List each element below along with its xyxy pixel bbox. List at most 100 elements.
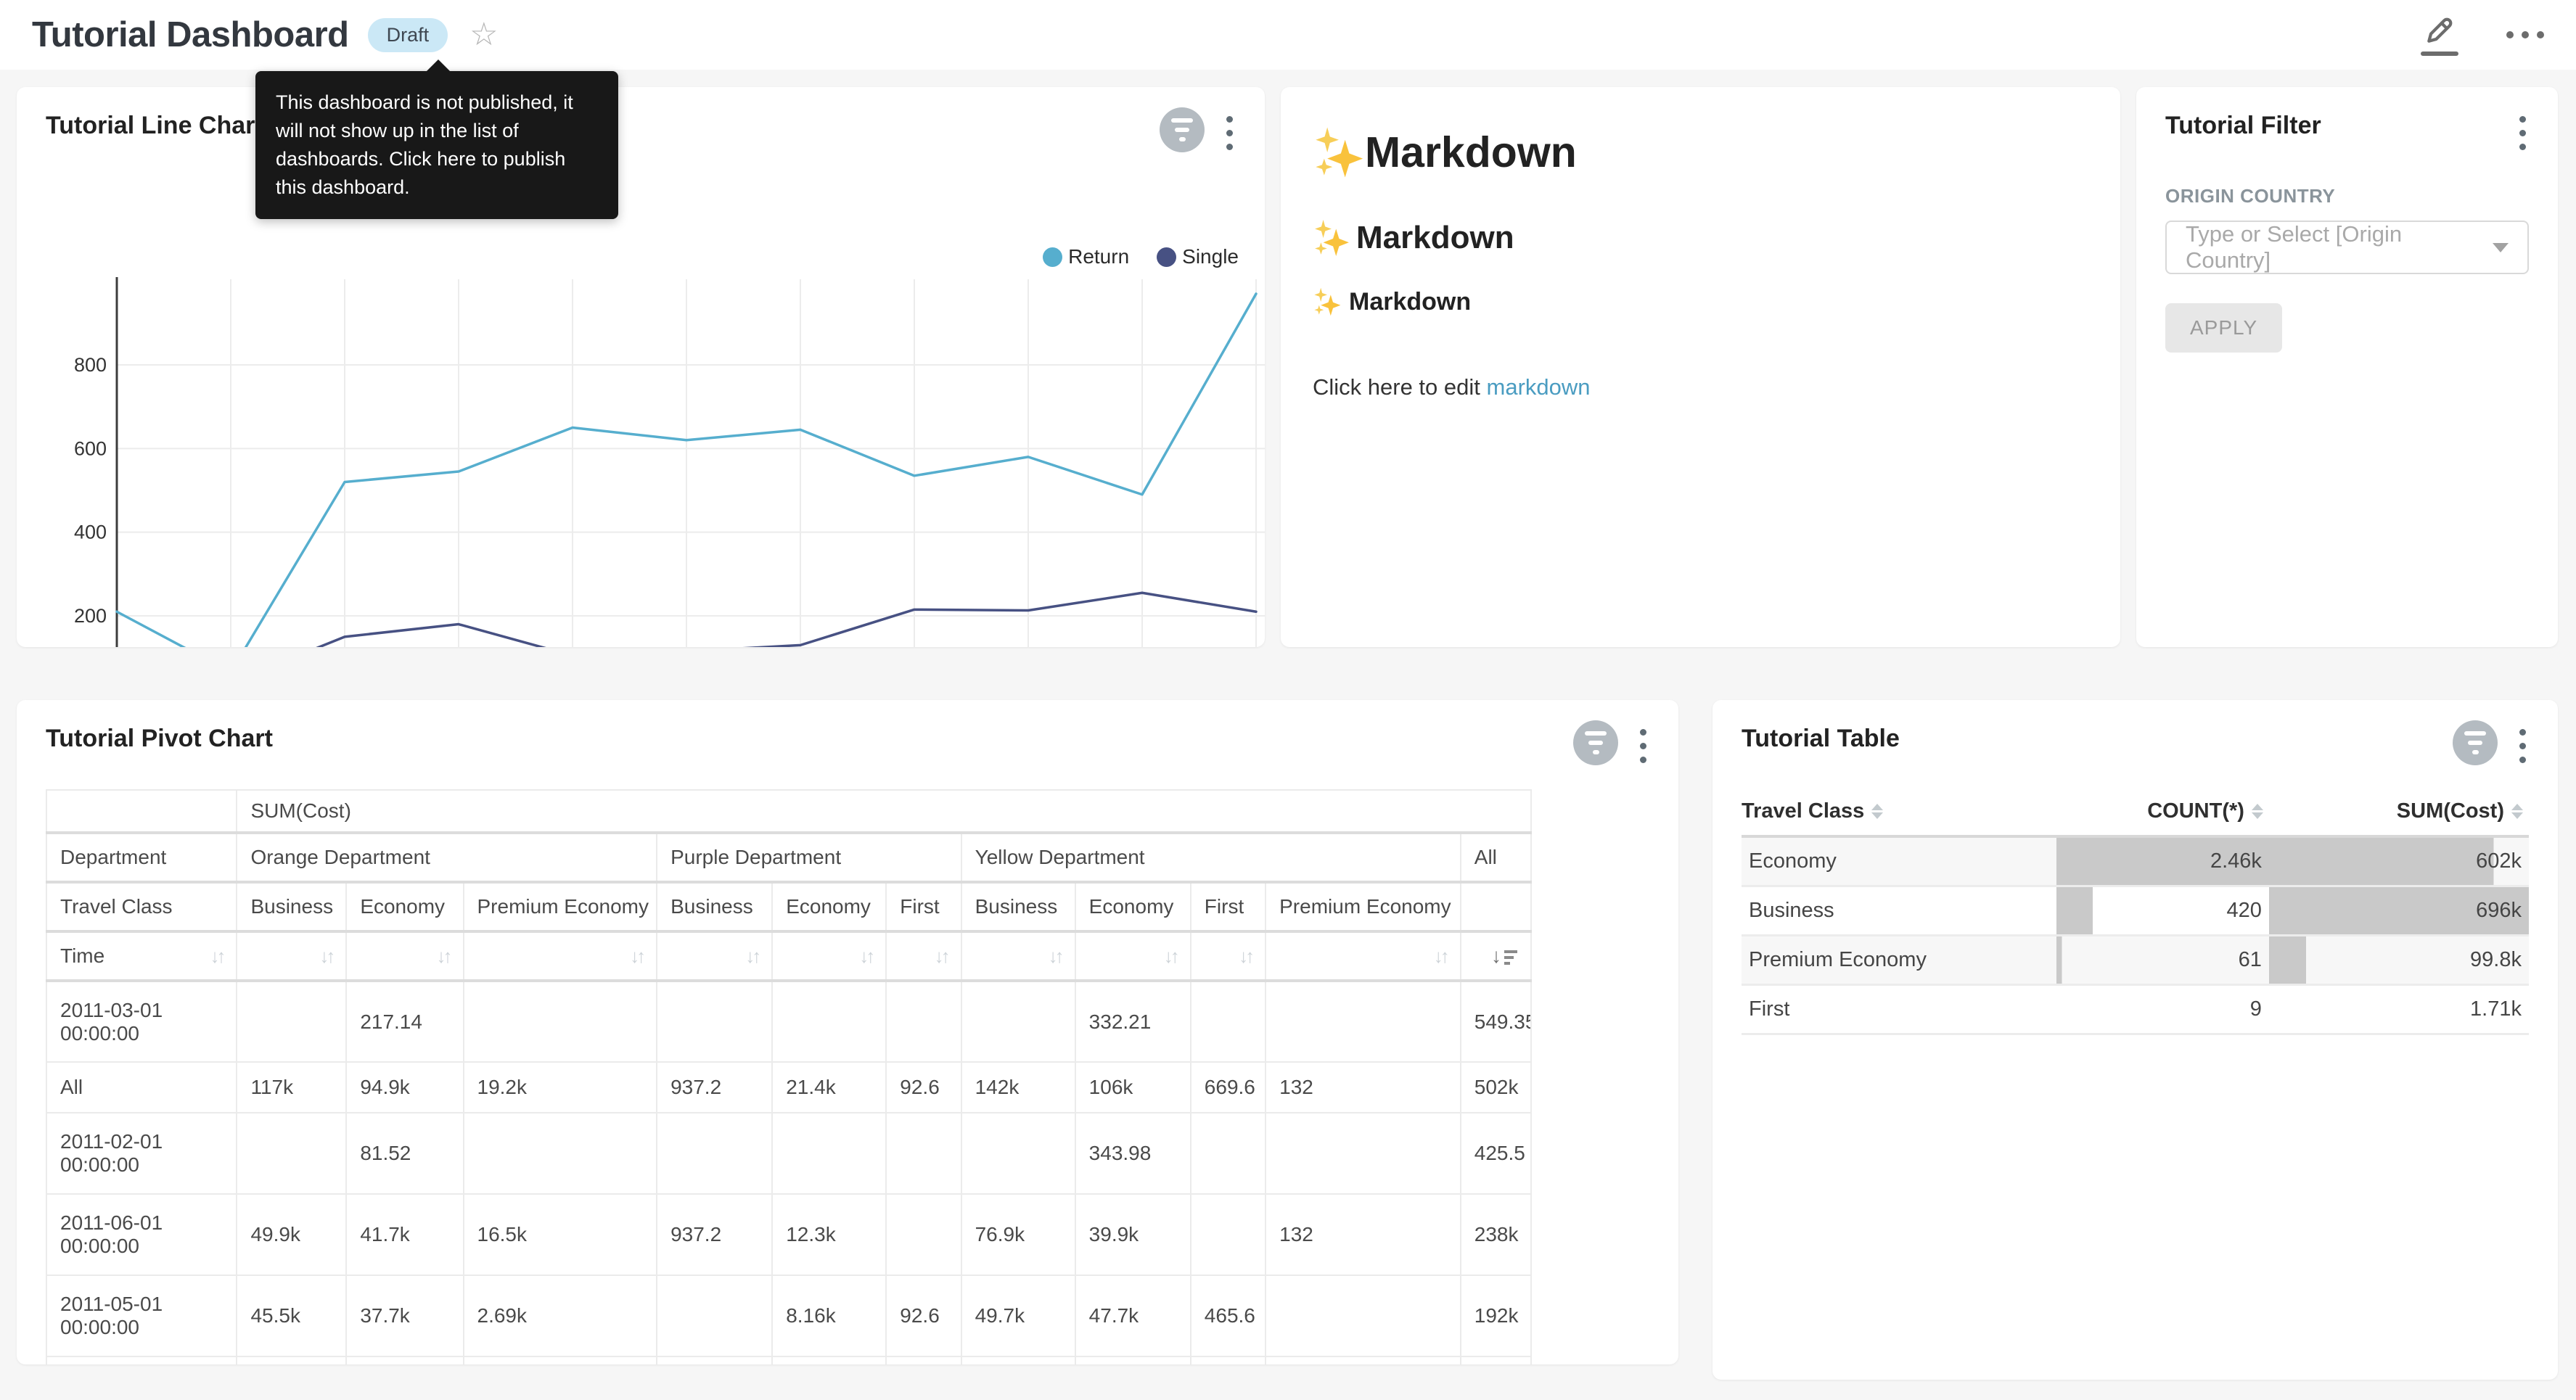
svg-text:200: 200 <box>74 605 107 627</box>
pivot-value-cell: 21.4k <box>772 1062 886 1113</box>
page-title: Tutorial Dashboard <box>32 15 349 55</box>
pivot-value-cell <box>657 1356 772 1364</box>
pivot-value-cell <box>657 1275 772 1356</box>
pivot-value-cell <box>657 981 772 1062</box>
apply-button[interactable]: APPLY <box>2165 303 2282 353</box>
pivot-value-cell: 204 <box>1191 1356 1266 1364</box>
pivot-value-cell <box>657 1113 772 1194</box>
pivot-row-label: 2011-04-01 00:00:00 <box>46 1356 237 1364</box>
pivot-row: 2011-05-01 00:00:0045.5k37.7k2.69k8.16k9… <box>46 1275 1531 1356</box>
pencil-icon <box>2424 15 2456 46</box>
pivot-value-cell <box>886 1194 961 1275</box>
pivot-value-cell: 92.6 <box>886 1062 961 1113</box>
pivot-value-cell <box>1191 1194 1266 1275</box>
pivot-value-cell: 2.69k <box>464 1275 657 1356</box>
pivot-value-cell: 937.2 <box>657 1194 772 1275</box>
svg-text:400: 400 <box>74 522 107 543</box>
value-cell-with-bar: 420 <box>2056 886 2269 936</box>
pivot-value-cell: 15.2k <box>346 1356 463 1364</box>
edit-dashboard-button[interactable] <box>2421 15 2458 56</box>
table-row[interactable]: Premium Economy6199.8k <box>1742 936 2529 985</box>
line-chart-plot[interactable]: 200400600800FebruaryMarchAprilMayJuneJul… <box>17 268 1265 647</box>
pivot-travel-class-header: Premium Economy <box>1266 882 1461 931</box>
pivot-value-cell: 217.14 <box>346 981 463 1062</box>
pivot-value-cell <box>886 1356 961 1364</box>
pivot-row: 2011-03-01 00:00:00217.14332.21549.35 <box>46 981 1531 1062</box>
markdown-edit-link[interactable]: markdown <box>1487 374 1591 400</box>
pivot-sorter-cell: ↓↑ <box>1266 931 1461 981</box>
filter-kebab-menu[interactable] <box>2516 112 2529 155</box>
pivot-value-cell: 70.9k <box>1461 1356 1531 1364</box>
pivot-table: SUM(Cost)DepartmentOrange DepartmentPurp… <box>46 789 1649 1364</box>
pivot-value-cell <box>961 1113 1075 1194</box>
sort-icon[interactable]: ↓↑ <box>1049 945 1062 968</box>
sort-icon[interactable]: ↓↑ <box>1434 945 1447 968</box>
pivot-sorter-cell: ↓↑ <box>886 931 961 981</box>
pivot-department-header: Orange Department <box>237 833 657 882</box>
sort-icon[interactable]: ↓↑ <box>319 945 332 968</box>
table-column-header[interactable]: COUNT(*) <box>2056 788 2269 836</box>
pivot-value-cell: 12.3k <box>772 1194 886 1275</box>
pivot-value-cell <box>464 1356 657 1364</box>
sort-icon[interactable]: ↓↑ <box>745 945 758 968</box>
publish-tooltip: This dashboard is not published, it will… <box>255 71 618 219</box>
pivot-value-cell <box>1191 1113 1266 1194</box>
pivot-sorter-cell: ↓↑ <box>1191 931 1266 981</box>
line-chart-kebab-menu[interactable] <box>1223 112 1236 155</box>
origin-country-select[interactable]: Type or Select [Origin Country] <box>2165 221 2529 274</box>
pivot-corner-cell <box>46 790 237 833</box>
pivot-sorter-cell: ↓↑ <box>772 931 886 981</box>
sort-icon[interactable]: ↓↑ <box>935 945 948 968</box>
sort-icon[interactable]: ↓↑ <box>630 945 643 968</box>
dashboard-more-menu-button[interactable] <box>2506 31 2544 38</box>
pivot-row: 2011-04-01 00:00:0021.4k15.2k927.7715.9k… <box>46 1356 1531 1364</box>
legend-item-single[interactable]: Single <box>1157 245 1239 268</box>
pivot-travel-class-label: Travel Class <box>46 882 237 931</box>
legend-item-return[interactable]: Return <box>1043 245 1129 268</box>
pivot-row: 2011-06-01 00:00:0049.9k41.7k16.5k937.21… <box>46 1194 1531 1275</box>
pivot-row-label: 2011-05-01 00:00:00 <box>46 1275 237 1356</box>
pivot-value-cell: 21.4k <box>237 1356 346 1364</box>
cross-filter-icon[interactable] <box>1573 720 1618 765</box>
pivot-value-cell: 106k <box>1075 1062 1191 1113</box>
cross-filter-icon[interactable] <box>1160 107 1205 152</box>
value-cell-with-bar: 99.8k <box>2269 936 2529 985</box>
travel-class-cell: Business <box>1742 886 2056 936</box>
pivot-value-cell <box>1266 1275 1461 1356</box>
sort-desc-active-icon[interactable]: ↓ <box>1491 944 1517 968</box>
sort-icon <box>1871 804 1883 819</box>
pivot-row-label: 2011-03-01 00:00:00 <box>46 981 237 1062</box>
pivot-value-cell: 343.98 <box>1075 1113 1191 1194</box>
sort-icon[interactable]: ↓↑ <box>859 945 872 968</box>
sort-icon[interactable]: ↓↑ <box>210 945 223 968</box>
pivot-travel-class-header: First <box>886 882 961 931</box>
sort-icon[interactable]: ↓↑ <box>1164 945 1177 968</box>
tooltip-text: This dashboard is not published, it will… <box>276 91 573 198</box>
table-title: Tutorial Table <box>1742 725 1900 753</box>
sparkles-icon <box>1313 126 1365 178</box>
draft-status-badge[interactable]: Draft <box>368 18 448 52</box>
travel-class-cell: First <box>1742 985 2056 1034</box>
table-row[interactable]: First91.71k <box>1742 985 2529 1034</box>
pivot-value-cell <box>772 981 886 1062</box>
table-row[interactable]: Business420696k <box>1742 886 2529 936</box>
table-row[interactable]: Economy2.46k602k <box>1742 836 2529 886</box>
pivot-value-cell <box>237 1113 346 1194</box>
favorite-star-icon[interactable]: ☆ <box>469 19 498 51</box>
value-cell-with-bar: 61 <box>2056 936 2269 985</box>
sort-icon[interactable]: ↓↑ <box>437 945 450 968</box>
chart-legend: Return Single <box>1043 245 1239 268</box>
pivot-kebab-menu[interactable] <box>1637 725 1649 767</box>
pivot-travel-class-header: First <box>1191 882 1266 931</box>
sort-icon[interactable]: ↓↑ <box>1239 945 1252 968</box>
cross-filter-icon[interactable] <box>2453 720 2498 765</box>
pivot-value-cell <box>1266 1356 1461 1364</box>
pivot-value-cell: 94.9k <box>346 1062 463 1113</box>
pencil-underline <box>2421 52 2458 56</box>
sparkles-icon <box>1313 219 1350 257</box>
table-column-header[interactable]: Travel Class <box>1742 788 2056 836</box>
return-swatch-icon <box>1043 247 1062 267</box>
table-column-header[interactable]: SUM(Cost) <box>2269 788 2529 836</box>
table-kebab-menu[interactable] <box>2516 725 2529 767</box>
pivot-value-cell: 19.2k <box>464 1062 657 1113</box>
